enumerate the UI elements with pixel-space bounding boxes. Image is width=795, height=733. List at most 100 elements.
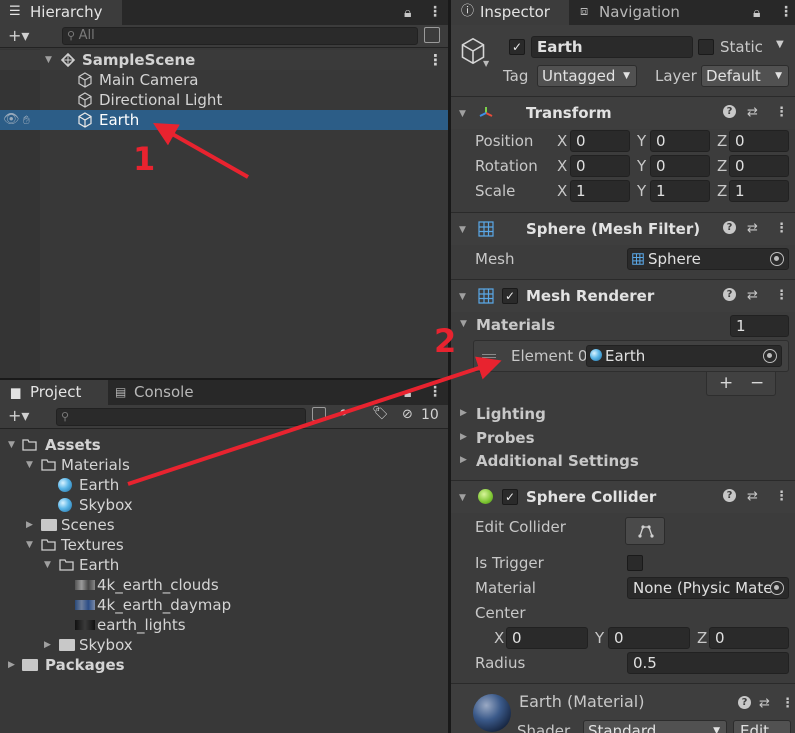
pickable-hand-icon[interactable]: ✋︎ [23,110,30,130]
position-y-field[interactable]: 0 [650,130,710,152]
presets-icon[interactable]: ⇄ [747,289,758,303]
hierarchy-item-earth[interactable]: 👁︎ ✋︎ Earth [0,110,448,130]
static-dropdown-arrow[interactable]: ▼ [776,39,784,50]
tree-item-clouds[interactable]: 4k_earth_clouds [0,575,448,595]
tree-item-scenes[interactable]: ▶ Scenes [0,515,448,535]
scene-row[interactable]: ▼ SampleScene ⋮ [0,50,448,70]
component-menu-icon[interactable]: ⋮ [781,697,794,711]
scene-menu-icon[interactable]: ⋮ [428,50,443,70]
edit-shader-button[interactable]: Edit... [733,720,791,733]
add-element-button[interactable]: + [719,373,733,393]
lock-icon[interactable]: 🔒︎ [404,384,411,402]
presets-icon[interactable]: ⇄ [747,222,758,236]
help-icon[interactable]: ? [723,288,736,301]
tree-item-lights[interactable]: earth_lights [0,615,448,635]
position-z-field[interactable]: 0 [729,130,789,152]
more-menu-icon[interactable]: ⋮ [428,383,442,401]
active-checkbox[interactable]: ✓ [509,39,525,55]
more-menu-icon[interactable]: ⋮ [428,3,442,21]
center-y-field[interactable]: 0 [608,627,690,649]
rotation-x-field[interactable]: 0 [570,155,630,177]
shader-dropdown[interactable]: Standard ▼ [583,720,727,733]
hierarchy-item-directional-light[interactable]: Directional Light [0,90,448,110]
tab-project[interactable]: ▆ Project [0,380,108,405]
tree-item-daymap[interactable]: 4k_earth_daymap [0,595,448,615]
create-button[interactable]: +▾ [8,25,29,47]
presets-icon[interactable]: ⇄ [759,697,770,711]
scale-z-field[interactable]: 1 [729,180,789,202]
project-search-input[interactable]: ⚲ [56,408,306,426]
hierarchy-item-main-camera[interactable]: Main Camera [0,70,448,90]
object-name-field[interactable]: Earth [531,36,693,58]
mesh-renderer-enabled-checkbox[interactable]: ✓ [502,288,518,304]
search-by-type-icon[interactable] [312,407,326,421]
mesh-object-field[interactable]: Sphere [627,248,789,270]
visibility-eye-icon[interactable]: 👁︎ [3,110,20,130]
filter-by-label-icon[interactable]: 🏷︎ [372,406,389,421]
tree-item-textures-earth[interactable]: ▼ Earth [0,555,448,575]
additional-settings-foldout[interactable]: ▶ Additional Settings [451,450,795,472]
transform-header[interactable]: ▼ Transform ? ⇄ ⋮ [451,96,795,129]
position-x-field[interactable]: 0 [570,130,630,152]
tab-console[interactable]: ▤ Console [112,380,212,405]
is-trigger-checkbox[interactable] [627,555,643,571]
layer-dropdown[interactable]: Default ▼ [701,65,789,87]
edit-collider-button[interactable] [625,517,665,545]
tab-navigation[interactable]: ⧈ Navigation [575,0,705,25]
scene-visibility-icon[interactable] [424,27,440,43]
presets-icon[interactable]: ⇄ [747,106,758,120]
lock-icon[interactable]: 🔒︎ [753,4,760,22]
search-icon: ⚲ [61,410,70,423]
component-menu-icon[interactable]: ⋮ [775,106,788,120]
physic-material-field[interactable]: None (Physic Mate [627,577,789,599]
object-picker-icon[interactable] [770,581,784,595]
more-menu-icon[interactable]: ⋮ [779,3,793,21]
create-asset-button[interactable]: +▾ [8,405,29,427]
lighting-foldout[interactable]: ▶ Lighting [451,403,795,425]
hierarchy-search-input[interactable]: ⚲ All [62,27,418,45]
help-icon[interactable]: ? [738,696,751,709]
tab-inspector[interactable]: ⓘ Inspector [451,0,569,25]
scale-y-field[interactable]: 1 [650,180,710,202]
tree-item-textures[interactable]: ▼ Textures [0,535,448,555]
icon-dropdown-arrow[interactable]: ▼ [483,59,489,68]
help-icon[interactable]: ? [723,489,736,502]
hidden-packages-icon[interactable]: ⊘ [402,407,413,422]
component-menu-icon[interactable]: ⋮ [775,289,788,303]
tag-dropdown[interactable]: Untagged ▼ [537,65,637,87]
sphere-collider-header[interactable]: ▼ ✓ Sphere Collider ? ⇄ ⋮ [451,480,795,513]
element-0-material-field[interactable]: Earth [586,345,782,367]
filter-by-type-icon[interactable]: ⚫︎ [338,406,349,421]
tree-item-materials[interactable]: ▼ Materials [0,455,448,475]
component-menu-icon[interactable]: ⋮ [775,490,788,504]
remove-element-button[interactable]: − [750,373,764,393]
tree-item-material-skybox[interactable]: Skybox [0,495,448,515]
center-z-field[interactable]: 0 [709,627,789,649]
help-icon[interactable]: ? [723,221,736,234]
lock-icon[interactable]: 🔒︎ [404,4,411,22]
presets-icon[interactable]: ⇄ [747,490,758,504]
materials-count-field[interactable]: 1 [730,315,789,337]
mesh-renderer-header[interactable]: ▼ ✓ Mesh Renderer ? ⇄ ⋮ [451,279,795,312]
help-icon[interactable]: ? [723,105,736,118]
tab-hierarchy[interactable]: ☰ Hierarchy [0,0,122,25]
probes-foldout[interactable]: ▶ Probes [451,427,795,449]
sphere-collider-enabled-checkbox[interactable]: ✓ [502,489,518,505]
tree-item-material-earth[interactable]: Earth [0,475,448,495]
material-sphere-icon [58,498,72,512]
mesh-filter-header[interactable]: ▼ Sphere (Mesh Filter) ? ⇄ ⋮ [451,212,795,245]
center-x-field[interactable]: 0 [506,627,588,649]
tree-item-packages[interactable]: ▶ Packages [0,655,448,675]
tree-item-assets[interactable]: ▼ Assets [0,435,448,455]
scale-x-field[interactable]: 1 [570,180,630,202]
materials-label[interactable]: Materials [476,315,555,335]
object-picker-icon[interactable] [770,252,784,266]
radius-field[interactable]: 0.5 [627,652,789,674]
static-checkbox[interactable] [698,39,714,55]
component-menu-icon[interactable]: ⋮ [775,222,788,236]
object-picker-icon[interactable] [763,349,777,363]
drag-handle-icon[interactable] [482,354,496,358]
rotation-y-field[interactable]: 0 [650,155,710,177]
tree-item-textures-skybox[interactable]: ▶ Skybox [0,635,448,655]
rotation-z-field[interactable]: 0 [729,155,789,177]
